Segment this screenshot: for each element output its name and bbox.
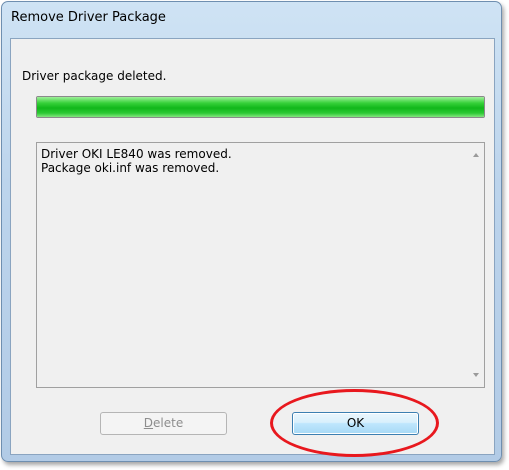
- log-line: Driver OKI LE840 was removed.: [41, 147, 232, 161]
- dialog-window: Remove Driver Package Driver package del…: [1, 1, 502, 462]
- progress-fill: [37, 97, 484, 117]
- dialog-client-area: Driver package deleted. Driver OKI LE840…: [10, 38, 495, 455]
- highlight-ellipse: [270, 389, 439, 457]
- log-lines: Driver OKI LE840 was removed. Package ok…: [41, 147, 462, 175]
- status-text: Driver package deleted.: [22, 69, 167, 83]
- log-textbox[interactable]: Driver OKI LE840 was removed. Package ok…: [36, 142, 485, 388]
- log-line: Package oki.inf was removed.: [41, 161, 220, 175]
- window-title: Remove Driver Package: [11, 10, 166, 25]
- scroll-down-arrow-icon[interactable]: [473, 373, 479, 377]
- title-bar[interactable]: Remove Driver Package: [2, 2, 501, 36]
- delete-button-label: Delete: [143, 416, 184, 430]
- progress-bar: [36, 96, 485, 118]
- delete-button[interactable]: Delete: [100, 412, 227, 435]
- scroll-up-arrow-icon[interactable]: [473, 153, 479, 157]
